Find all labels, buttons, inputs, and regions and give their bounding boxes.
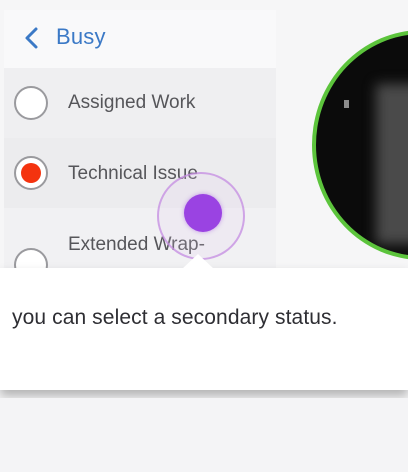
tooltip-arrow (182, 254, 214, 269)
status-menu-header[interactable]: Busy (4, 10, 276, 68)
status-option-label: Assigned Work (68, 92, 196, 113)
radio-selected-dot (21, 163, 41, 183)
status-option-assigned-work[interactable]: Assigned Work (4, 68, 276, 138)
video-artifact (344, 100, 349, 108)
radio-button[interactable] (14, 86, 48, 120)
video-avatar (312, 30, 408, 260)
tooltip-text: you can select a secondary status. (12, 306, 338, 329)
chevron-left-icon[interactable] (22, 26, 42, 50)
tooltip-callout: you can select a secondary status. (0, 268, 408, 390)
radio-button-selected[interactable] (14, 156, 48, 190)
app-screen: Busy Assigned Work Technical Issue Exten… (0, 0, 408, 472)
click-indicator-dot (184, 194, 222, 232)
menu-title: Busy (56, 24, 106, 49)
video-feed (376, 84, 408, 244)
background-area (0, 398, 408, 472)
